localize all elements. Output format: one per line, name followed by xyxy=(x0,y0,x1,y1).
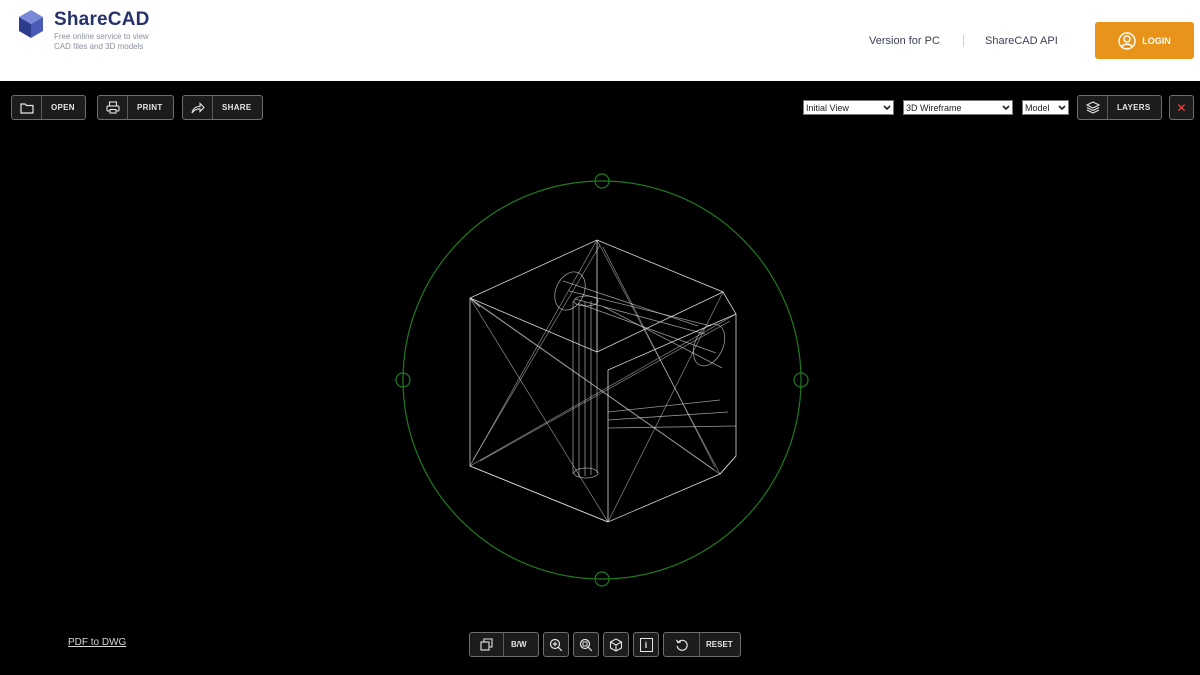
sharecad-api-link[interactable]: ShareCAD API xyxy=(985,35,1058,47)
share-arrow-icon xyxy=(183,96,213,119)
view-select-value: Initial View xyxy=(806,102,849,113)
layers-label: LAYERS xyxy=(1117,103,1151,112)
login-label: LOGIN xyxy=(1142,35,1171,46)
reset-button[interactable]: RESET xyxy=(663,632,741,657)
user-circle-icon xyxy=(1118,31,1136,50)
view-select[interactable]: Initial View xyxy=(803,100,894,115)
cube-icon xyxy=(609,637,623,652)
reset-label: RESET xyxy=(706,640,733,649)
chevron-down-icon xyxy=(1058,105,1066,111)
close-button[interactable]: ✕ xyxy=(1169,95,1194,120)
bw-label: B/W xyxy=(511,640,527,649)
window-copy-icon xyxy=(470,633,504,656)
share-button[interactable]: SHARE xyxy=(182,95,263,120)
open-label: OPEN xyxy=(51,103,75,112)
nav-divider xyxy=(963,35,964,47)
zoom-extents-button[interactable] xyxy=(573,632,599,657)
bw-toggle-button[interactable]: B/W xyxy=(469,632,539,657)
layers-icon xyxy=(1078,96,1108,119)
space-select[interactable]: Model xyxy=(1022,100,1069,115)
chevron-down-icon xyxy=(1002,105,1010,111)
3d-view-button[interactable] xyxy=(603,632,629,657)
brand-tagline: Free online service to view CAD files an… xyxy=(54,32,149,51)
top-header: ShareCAD Free online service to view CAD… xyxy=(0,0,1200,81)
render-mode-select[interactable]: 3D Wireframe xyxy=(903,100,1013,115)
print-label: PRINT xyxy=(137,103,163,112)
pdf-to-dwg-link[interactable]: PDF to DWG xyxy=(68,637,126,648)
orbit-ring[interactable] xyxy=(395,173,809,587)
version-for-pc-link[interactable]: Version for PC xyxy=(869,35,940,47)
wireframe-model xyxy=(469,239,737,523)
printer-icon xyxy=(98,96,128,119)
share-label: SHARE xyxy=(222,103,252,112)
brand-name[interactable]: ShareCAD xyxy=(54,9,150,31)
zoom-in-button[interactable] xyxy=(543,632,569,657)
login-button[interactable]: LOGIN xyxy=(1095,22,1194,59)
layers-button[interactable]: LAYERS xyxy=(1077,95,1162,120)
space-select-value: Model xyxy=(1025,102,1050,113)
logo-cube-icon[interactable] xyxy=(18,9,44,39)
info-button[interactable]: i xyxy=(633,632,659,657)
print-button[interactable]: PRINT xyxy=(97,95,174,120)
cad-viewport[interactable]: OPEN PRINT SHARE Initial View 3D Wirefra… xyxy=(0,81,1200,675)
open-button[interactable]: OPEN xyxy=(11,95,86,120)
zoom-fit-icon xyxy=(579,638,593,651)
folder-icon xyxy=(12,96,42,119)
render-mode-value: 3D Wireframe xyxy=(906,102,962,113)
cad-drawing-canvas[interactable] xyxy=(0,81,1200,675)
zoom-in-icon xyxy=(549,638,563,651)
close-icon: ✕ xyxy=(1176,100,1187,115)
info-icon: i xyxy=(639,637,653,652)
reset-icon xyxy=(664,633,700,656)
chevron-down-icon xyxy=(883,105,891,111)
